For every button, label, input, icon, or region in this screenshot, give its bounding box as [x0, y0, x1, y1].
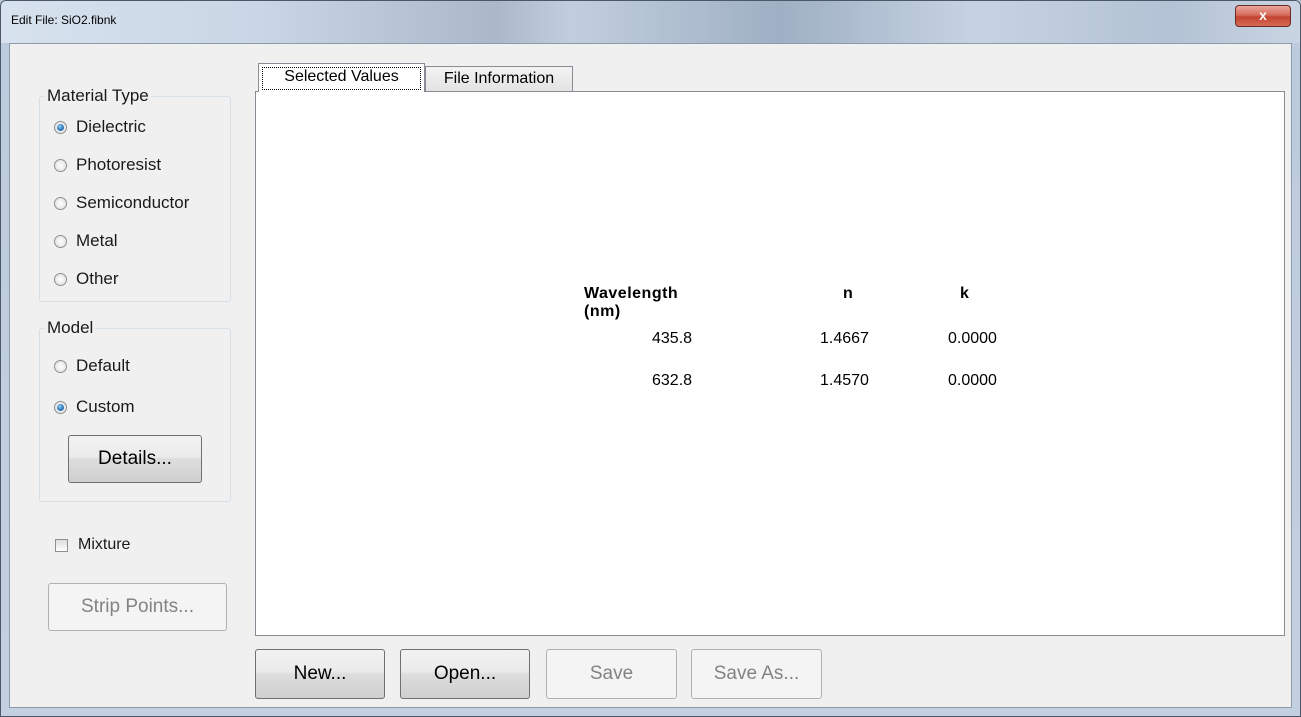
edit-file-window: Edit File: SiO2.fibnk x Material Type Di… — [0, 0, 1301, 717]
radio-button-icon[interactable] — [54, 158, 67, 172]
save-as-button[interactable]: Save As... — [691, 649, 822, 699]
cell-n: 1.4667 — [820, 330, 869, 347]
radio-metal[interactable]: Metal — [54, 230, 118, 252]
radio-label: Custom — [76, 397, 135, 416]
radio-label: Default — [76, 356, 130, 375]
model-group: Model Default Custom Details... — [39, 318, 231, 502]
cell-n: 1.4570 — [820, 372, 869, 389]
radio-custom[interactable]: Custom — [54, 396, 135, 418]
cell-k: 0.0000 — [948, 372, 997, 389]
radio-label: Semiconductor — [76, 193, 190, 212]
material-type-label: Material Type — [45, 86, 151, 106]
radio-photoresist[interactable]: Photoresist — [54, 154, 161, 176]
header-k: k — [960, 285, 970, 302]
tab-selected-values[interactable]: Selected Values — [258, 63, 425, 92]
strip-points-button[interactable]: Strip Points... — [48, 583, 227, 631]
selected-values-panel: Wavelength (nm) n k 435.8 1.4667 0.0000 … — [255, 91, 1285, 636]
model-label: Model — [45, 318, 96, 338]
radio-button-icon[interactable] — [54, 234, 67, 248]
tab-file-information[interactable]: File Information — [425, 66, 573, 92]
header-n: n — [843, 285, 854, 302]
cell-wavelength: 632.8 — [652, 372, 693, 389]
window-title: Edit File: SiO2.fibnk — [11, 13, 117, 27]
header-wavelength: Wavelength (nm) — [584, 285, 679, 320]
cell-k: 0.0000 — [948, 330, 997, 347]
cell-wavelength: 435.8 — [652, 330, 693, 347]
radio-other[interactable]: Other — [54, 268, 119, 290]
radio-button-icon[interactable] — [54, 196, 67, 210]
close-button[interactable]: x — [1235, 5, 1291, 27]
radio-label: Metal — [76, 231, 118, 250]
radio-dielectric[interactable]: Dielectric — [54, 116, 146, 138]
radio-button-icon[interactable] — [54, 359, 67, 373]
radio-label: Dielectric — [76, 117, 146, 136]
mixture-label: Mixture — [78, 536, 131, 553]
radio-label: Other — [76, 269, 119, 288]
open-button[interactable]: Open... — [400, 649, 530, 699]
radio-button-icon[interactable] — [54, 400, 67, 414]
close-icon: x — [1259, 7, 1267, 23]
title-bar[interactable]: Edit File: SiO2.fibnk x — [1, 1, 1300, 43]
mixture-checkbox-row[interactable]: Mixture — [55, 536, 130, 554]
details-button[interactable]: Details... — [68, 435, 202, 483]
tab-label: File Information — [443, 70, 555, 87]
save-button[interactable]: Save — [546, 649, 677, 699]
material-type-group: Material Type Dielectric Photoresist Sem… — [39, 86, 231, 302]
mixture-checkbox[interactable] — [55, 538, 68, 552]
radio-semiconductor[interactable]: Semiconductor — [54, 192, 189, 214]
dialog-client-area: Material Type Dielectric Photoresist Sem… — [9, 43, 1292, 708]
radio-button-icon[interactable] — [54, 272, 67, 286]
radio-default[interactable]: Default — [54, 355, 130, 377]
new-button[interactable]: New... — [255, 649, 385, 699]
focus-rectangle — [262, 67, 421, 90]
radio-label: Photoresist — [76, 155, 162, 174]
radio-button-icon[interactable] — [54, 120, 67, 134]
